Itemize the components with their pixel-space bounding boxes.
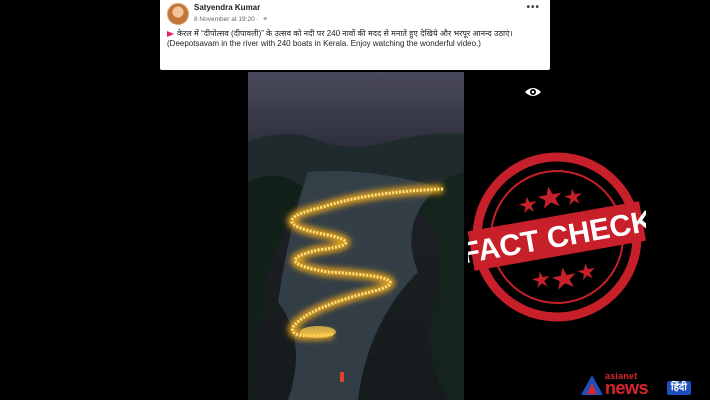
video-frame[interactable]: [248, 72, 464, 400]
flag-icon: [167, 30, 174, 37]
right-bank: [418, 172, 464, 400]
avatar[interactable]: [167, 3, 189, 25]
river-water: [278, 171, 438, 400]
post-meta: 8 November at 19:20 · ⚭: [194, 15, 268, 23]
red-light: [340, 372, 344, 382]
eye-icon[interactable]: [524, 86, 542, 98]
facebook-post-card: Satyendra Kumar 8 November at 19:20 · ⚭ …: [160, 0, 550, 70]
logo-triangle-inner: [587, 383, 597, 394]
river-lights-scene: [248, 72, 464, 400]
sep: ·: [256, 16, 261, 23]
globe-icon: ⚭: [262, 16, 268, 23]
post-author[interactable]: Satyendra Kumar: [194, 3, 260, 12]
asianet-news-logo: asianet news हिंदी: [581, 369, 707, 399]
main-boat: [300, 326, 336, 338]
post-text: केरल में “दीपोत्सव (दीपावली)” के उत्सव क…: [167, 29, 543, 49]
brand-main: news: [605, 378, 649, 398]
brand-suffix: हिंदी: [667, 381, 691, 395]
more-icon[interactable]: •••: [526, 2, 540, 13]
post-timestamp[interactable]: 8 November at 19:20: [194, 16, 255, 23]
post-text-body: केरल में “दीपोत्सव (दीपावली)” के उत्सव क…: [167, 29, 513, 48]
fact-check-stamp: FACT CHECK: [468, 152, 646, 322]
